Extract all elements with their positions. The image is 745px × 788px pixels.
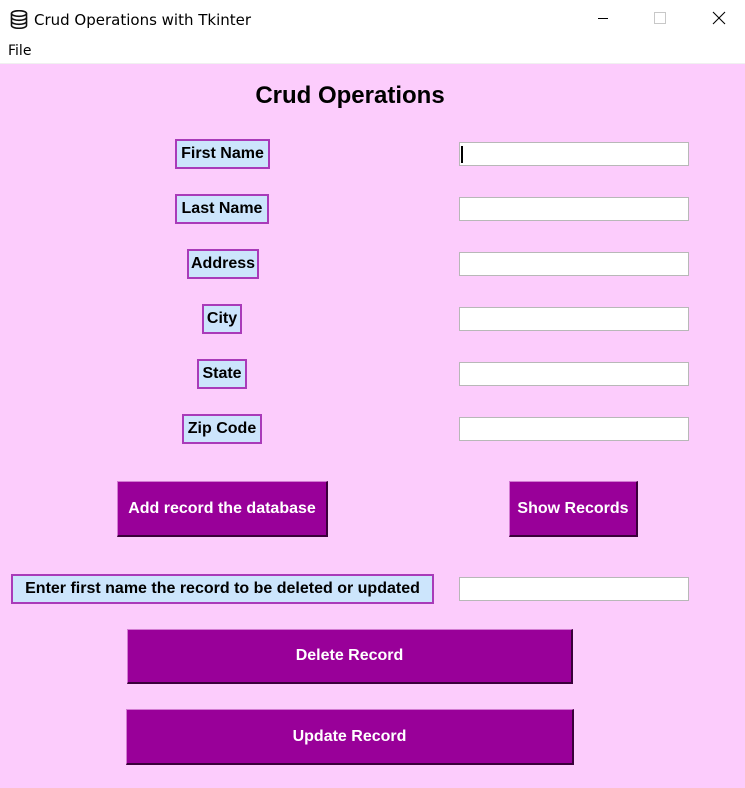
- delete-prompt-label: Enter first name the record to be delete…: [11, 574, 434, 604]
- minimize-button[interactable]: [580, 0, 626, 40]
- add-record-button[interactable]: Add record the database: [117, 481, 328, 537]
- page-title: Crud Operations: [255, 82, 445, 109]
- zip-code-field[interactable]: [459, 417, 689, 441]
- show-records-button[interactable]: Show Records: [509, 481, 638, 537]
- update-record-button[interactable]: Update Record: [126, 709, 574, 765]
- maximize-icon: [654, 11, 666, 29]
- maximize-button[interactable]: [637, 0, 683, 40]
- form-panel: Crud Operations First Name Last Name Add…: [0, 64, 745, 788]
- last-name-label: Last Name: [175, 194, 269, 224]
- title-bar[interactable]: Crud Operations with Tkinter: [0, 0, 745, 40]
- address-label: Address: [187, 249, 259, 279]
- city-label: City: [202, 304, 242, 334]
- database-icon: [10, 9, 28, 30]
- city-field[interactable]: [459, 307, 689, 331]
- close-button[interactable]: [696, 0, 742, 40]
- state-label: State: [197, 359, 247, 389]
- menu-file[interactable]: File: [8, 43, 31, 59]
- state-field[interactable]: [459, 362, 689, 386]
- address-field[interactable]: [459, 252, 689, 276]
- text-cursor: [461, 146, 463, 163]
- minimize-icon: [597, 11, 609, 29]
- menu-bar: File: [0, 40, 745, 64]
- delete-record-button[interactable]: Delete Record: [127, 629, 573, 684]
- zip-code-label: Zip Code: [182, 414, 262, 444]
- close-icon: [712, 11, 726, 30]
- last-name-field[interactable]: [459, 197, 689, 221]
- first-name-field[interactable]: [459, 142, 689, 166]
- window-title: Crud Operations with Tkinter: [34, 11, 252, 29]
- delete-name-field[interactable]: [459, 577, 689, 601]
- first-name-label: First Name: [175, 139, 270, 169]
